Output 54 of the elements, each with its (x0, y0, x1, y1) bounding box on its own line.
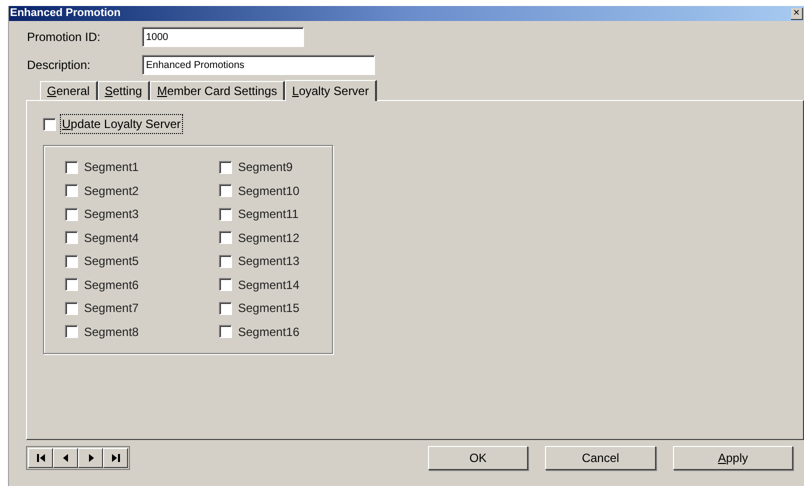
previous-button[interactable] (53, 448, 78, 468)
checkbox[interactable] (65, 325, 78, 338)
checkbox[interactable] (65, 184, 78, 198)
checkbox-label: Segment3 (84, 206, 139, 224)
checkbox[interactable] (65, 231, 78, 244)
field-label: Description: (27, 57, 92, 74)
checkbox-label: Segment2 (84, 182, 139, 200)
checkbox-label: Segment14 (238, 276, 300, 294)
checkbox-label: Segment7 (84, 300, 139, 318)
checkbox[interactable] (219, 160, 232, 174)
checkbox-label: Segment9 (238, 159, 293, 176)
checkbox[interactable] (219, 302, 232, 315)
first-button[interactable] (28, 448, 53, 468)
checkbox[interactable] (219, 254, 232, 268)
checkbox[interactable] (43, 118, 56, 130)
checkbox-label: Segment10 (238, 182, 300, 200)
checkbox-label: Segment8 (84, 324, 139, 341)
checkbox-label: Segment4 (84, 230, 139, 247)
checkbox[interactable] (219, 184, 232, 198)
window-title: Enhanced Promotion (9, 8, 121, 19)
checkbox-label: Segment16 (238, 324, 300, 341)
input-field[interactable]: 1000 (142, 27, 304, 47)
checkbox[interactable] (219, 278, 232, 292)
checkbox-label: Segment13 (238, 253, 300, 270)
checkbox-label: Segment15 (238, 300, 300, 318)
tab[interactable]: Loyalty Server (285, 80, 377, 101)
checkbox[interactable] (219, 231, 232, 244)
dialog-button[interactable]: OK (428, 446, 528, 470)
checkbox[interactable] (65, 208, 78, 221)
checkbox-label: Segment11 (238, 206, 298, 224)
last-icon (110, 453, 120, 463)
checkbox[interactable] (65, 254, 78, 268)
checkbox-label: Segment12 (238, 230, 300, 247)
dialog-button[interactable]: Cancel (545, 446, 656, 470)
checkbox[interactable] (219, 208, 232, 221)
checkbox[interactable] (65, 160, 78, 174)
tab[interactable]: Setting (98, 81, 150, 100)
checkbox-label: Segment1 (84, 159, 139, 176)
next-button[interactable] (78, 448, 103, 468)
input-field[interactable]: Enhanced Promotions (142, 55, 375, 75)
first-icon (36, 453, 46, 463)
tab[interactable]: General (40, 81, 98, 100)
checkbox-label: Segment5 (84, 253, 139, 270)
checkbox[interactable] (219, 325, 232, 338)
close-button[interactable]: × (791, 8, 803, 20)
tab[interactable]: Member Card Settings (150, 81, 286, 100)
previous-icon (60, 453, 70, 463)
checkbox-label: Segment6 (84, 276, 139, 294)
checkbox-label: Update Loyalty Server (61, 115, 182, 133)
checkbox[interactable] (65, 302, 78, 315)
dialog-button[interactable]: Apply (673, 446, 793, 470)
field-label: Promotion ID: (27, 29, 102, 46)
checkbox[interactable] (65, 278, 78, 292)
last-button[interactable] (103, 448, 128, 468)
